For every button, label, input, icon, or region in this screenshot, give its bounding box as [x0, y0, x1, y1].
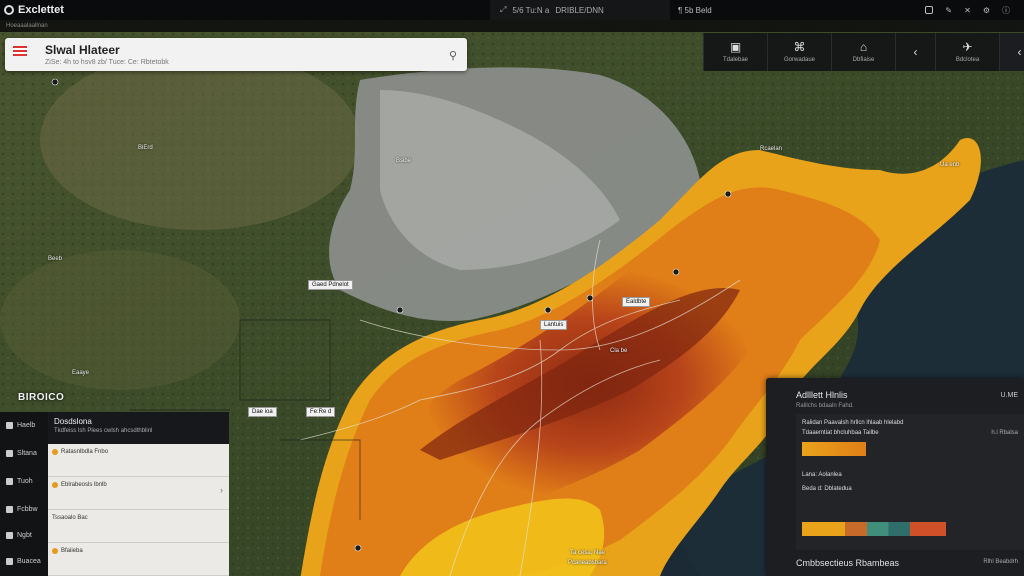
map-place-label: Ua enb [940, 162, 960, 168]
map-place-label: Beeb [48, 256, 63, 262]
tool-button-1[interactable]: ▣ Tdalebae [703, 33, 767, 71]
panel-header: Dosdslona Tkdfeiss lsh Plees cwlsh ahcsd… [48, 412, 229, 444]
sub-header: Hoeaaalaallnan [0, 20, 1024, 32]
nav-back-button[interactable]: ‹ [999, 33, 1024, 71]
alerts-side-panel: Haelb Sltana Tuoh Fcbbw Ngbt Buacea Dosd… [0, 412, 229, 576]
app-header: Exclettet [0, 4, 490, 16]
forecast-bar [802, 522, 946, 536]
radar-icon [6, 478, 13, 485]
detail-row-title: Lana: Aolanlea [802, 472, 842, 478]
detail-row-right: h.l Rbalsa [991, 430, 1018, 436]
satellite-icon: ✈ [962, 40, 973, 54]
map-box-label[interactable]: Gaed Pdnelot [308, 280, 353, 290]
map-box-label[interactable]: Dae ioa [248, 407, 277, 417]
location-search-card[interactable]: Slwal Hlateer ZiSe: 4h to hsv8 zb/ Tuce:… [5, 38, 467, 71]
nav-prev-button[interactable]: ‹ [895, 33, 935, 71]
panel-rail: Haelb Sltana Tuoh Fcbbw Ngbt Buacea [0, 412, 48, 576]
details-footer-right: Rlhl Beabdrh [983, 559, 1018, 565]
app-window: Exclettet ⤢ 5/6 Tu:N a DRIBLE/DNN ¶ 5b B… [0, 0, 1024, 576]
menu-icon [6, 422, 13, 429]
tool-label: Gorwadaue [783, 57, 816, 63]
list-item[interactable]: Bfaiieba [48, 543, 229, 576]
location-subtitle: ZiSe: 4h to hsv8 zb/ Tuce: Ce: Rbtetobk [45, 59, 169, 66]
details-footer: Cmbbsectieus Rbambeas [796, 558, 900, 568]
location-title: Slwal Hlateer [45, 43, 120, 57]
rail-item[interactable]: Ngbt [6, 532, 32, 539]
print-icon [6, 532, 13, 539]
layers-icon: ⌘ [793, 40, 806, 54]
map-toolbar: ▣ Tdalebae ⌘ Gorwadaue ⌂ Dbfiaise ‹ ✈ Bd… [703, 33, 1024, 71]
app-title: Exclettet [18, 4, 64, 16]
tool-label: Bdclotea [955, 57, 980, 63]
wind-icon [6, 506, 13, 513]
warning-dot-icon [52, 449, 58, 455]
map-box-label[interactable]: Lantuis [540, 320, 568, 330]
title-bar: Exclettet ⤢ 5/6 Tu:N a DRIBLE/DNN ¶ 5b B… [0, 0, 1024, 20]
detail-row-title: Beda d: Dblatedua [802, 486, 852, 492]
region-label: BIROICO [18, 392, 65, 403]
details-corner: U.ME [1000, 392, 1019, 399]
rail-item[interactable]: Fcbbw [6, 506, 38, 513]
map-place-label: Rcaelan [760, 146, 783, 152]
pin-icon[interactable]: ⚲ [449, 49, 457, 62]
map-box-label[interactable]: Fe:Re d [306, 407, 336, 417]
rail-item[interactable]: Buacea [6, 558, 41, 565]
details-card: Ralidan Paavalsh hrllcn lhlaab hlelabd h… [796, 414, 1024, 550]
topbar-right-label: ¶ 5b Beld [678, 5, 712, 15]
severity-bar [802, 442, 866, 456]
details-subtitle: Ralilchs bdaaln Fahd. [796, 403, 854, 409]
info-icon[interactable]: ⓘ [1002, 5, 1010, 16]
tool-button-5[interactable]: ✈ Bdclotea [935, 33, 999, 71]
map-place-label: Ta cesa, Nae [570, 550, 606, 556]
panel-title: Dosdslona [54, 417, 92, 426]
details-title: Adlllett Hlnlis [796, 390, 848, 400]
rail-item[interactable]: Sltana [6, 450, 37, 457]
detail-row-title: Tdaaemtiat bhcluhbaa Tailbe [802, 430, 879, 436]
flag-icon [13, 46, 27, 56]
tools-icon[interactable]: ✕ [964, 6, 971, 15]
alert-details-panel: Adlllett Hlnlis Ralilchs bdaaln Fahd. U.… [766, 378, 1024, 576]
chart-icon [6, 558, 13, 565]
chevron-left-icon: ‹ [913, 45, 918, 59]
status-tab-line1: 5/6 Tu:N a [512, 5, 550, 15]
expand-icon: ⤢ [500, 5, 507, 14]
detail-row-title: Ralidan Paavalsh hrllcn lhlaab hlelabd [802, 420, 904, 426]
chevron-left-icon: ‹ [1017, 45, 1022, 59]
panel-subtitle: Tkdfeiss lsh Plees cwlsh ahcsdthblinl [54, 428, 153, 434]
tool-label: Tdalebae [722, 57, 749, 63]
chevron-right-icon: › [220, 485, 223, 495]
alert-icon [6, 450, 13, 457]
tool-label: Dbfiaise [852, 57, 875, 63]
settings-icon[interactable]: ⚙ [983, 6, 990, 15]
rail-item[interactable]: Tuoh [6, 478, 33, 485]
tool-button-3[interactable]: ⌂ Dbfiaise [831, 33, 895, 71]
map-place-label: Eaaye [72, 370, 90, 376]
status-tab[interactable]: ⤢ 5/6 Tu:N a DRIBLE/DNN [490, 0, 670, 20]
map-place-label: BiErd [138, 145, 153, 151]
warning-dot-icon [52, 548, 58, 554]
topbar-right: ¶ 5b Beld ✎ ✕ ⚙ ⓘ [670, 5, 1024, 16]
rail-item[interactable]: Haelb [6, 422, 35, 429]
map-place-label: Pcaneabsbara [568, 560, 607, 566]
edit-icon[interactable]: ✎ [945, 6, 952, 15]
status-tab-line2: DRIBLE/DNN [555, 5, 604, 15]
alert-list: Ratasnlbdla Fnbo Eblrabeosls lbnlb › Tss… [48, 444, 229, 576]
map-box-label[interactable]: Ealdbte [622, 297, 651, 307]
app-logo-icon [4, 5, 14, 15]
map-place-label: Cla be [610, 348, 628, 354]
map-place-label: Bsibe [396, 158, 412, 164]
lock-icon[interactable] [925, 6, 934, 14]
list-item[interactable]: Ratasnlbdla Fnbo [48, 444, 229, 477]
home-icon: ⌂ [859, 40, 868, 54]
list-item[interactable]: Eblrabeosls lbnlb › [48, 477, 229, 510]
camera-icon: ▣ [729, 40, 742, 54]
tool-button-2[interactable]: ⌘ Gorwadaue [767, 33, 831, 71]
warning-dot-icon [52, 482, 58, 488]
list-item[interactable]: Tssaoalo Bac [48, 510, 229, 543]
